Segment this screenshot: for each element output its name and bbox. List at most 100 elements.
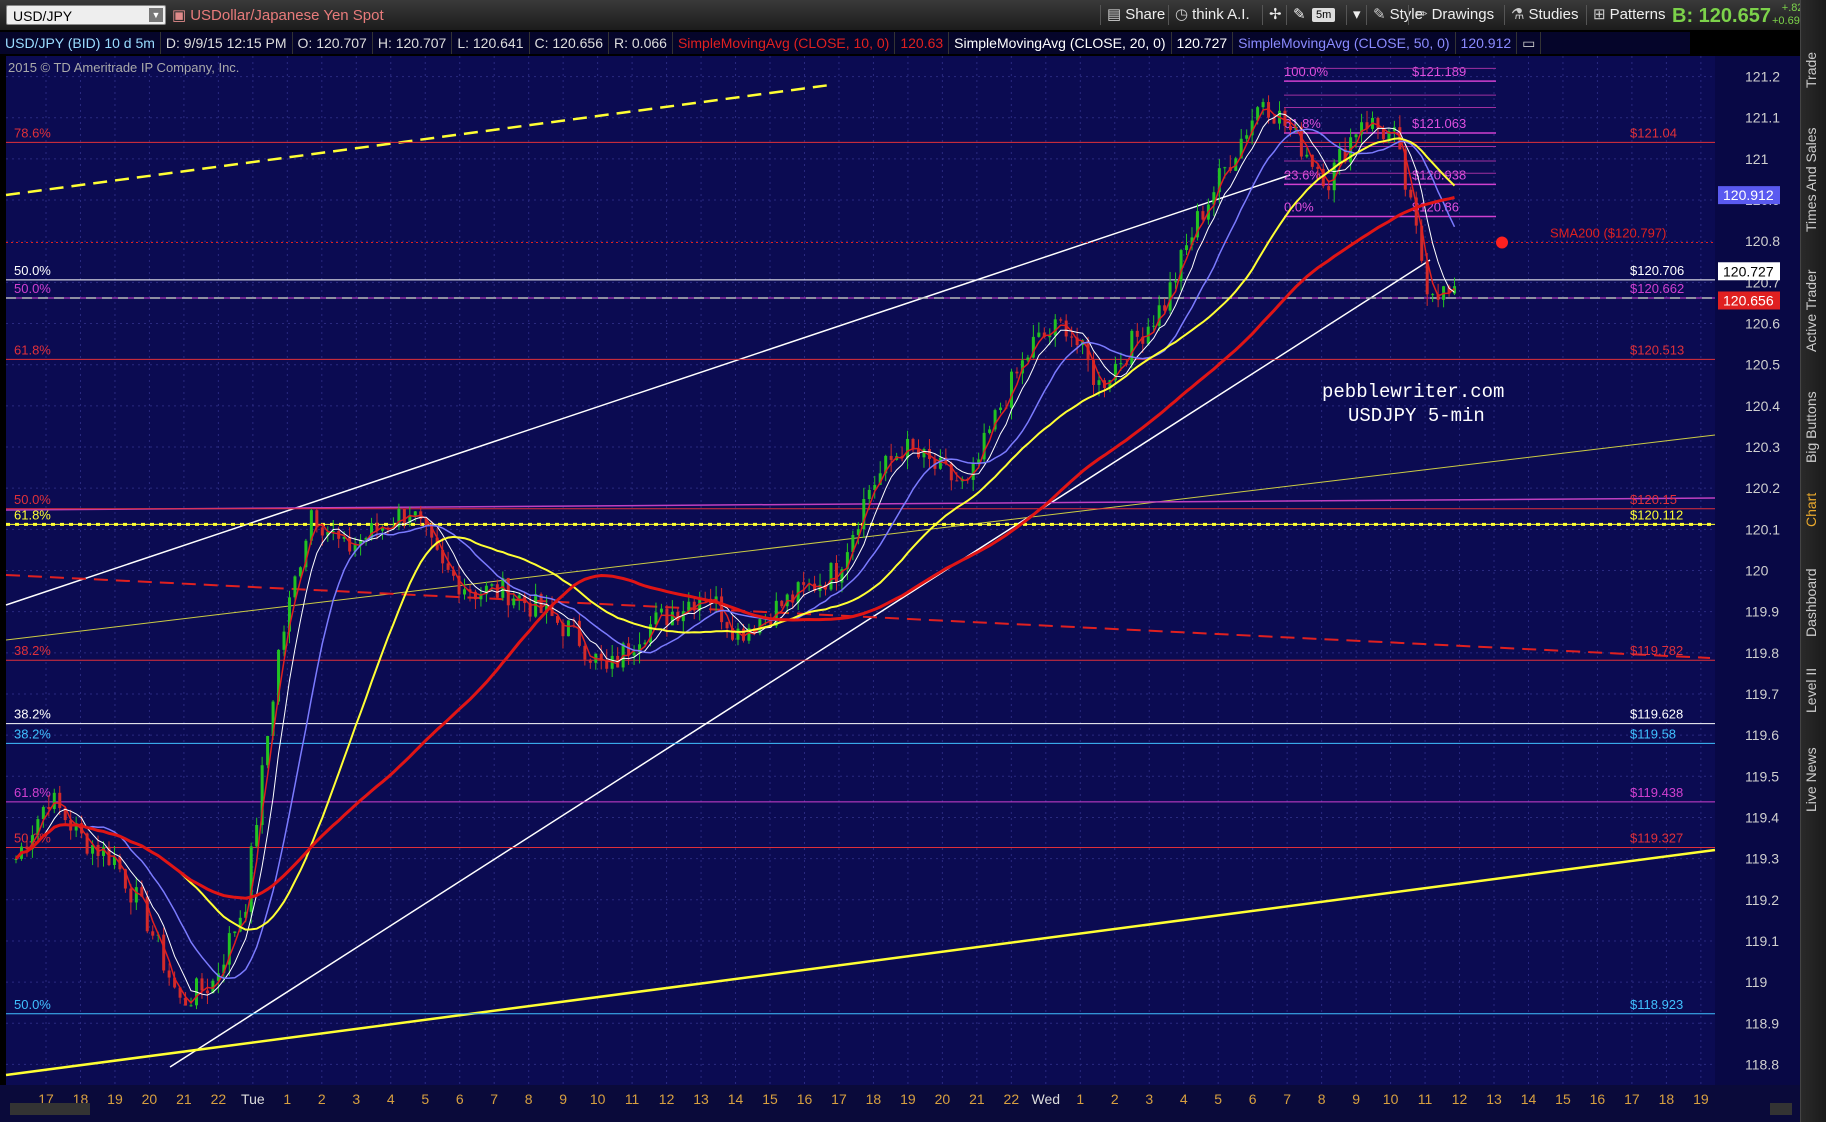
tab-chart[interactable]: Chart <box>1803 485 1825 535</box>
x-tick-label: 1 <box>1076 1091 1084 1107</box>
drawings-button[interactable]: ✏ Drawings <box>1408 5 1500 25</box>
x-tick-label: 13 <box>693 1091 709 1107</box>
fib-level-label: 78.6% <box>14 125 51 140</box>
x-tick-label: Wed <box>1032 1091 1061 1107</box>
tab-big-buttons[interactable]: Big Buttons <box>1803 380 1825 475</box>
candle-body <box>632 652 636 656</box>
candle-body <box>583 645 587 660</box>
think-ai-button[interactable]: ◷ think A.I. <box>1168 5 1256 25</box>
fib-price-label: $119.58 <box>1630 726 1676 741</box>
candle-body <box>293 576 297 598</box>
y-tick-label: 120 <box>1745 563 1769 579</box>
fib-level-label: 50.0% <box>14 492 51 507</box>
candle-body <box>52 792 56 810</box>
study-header: USD/JPY (BID) 10 d 5m D: 9/9/15 12:15 PM O… <box>0 32 1690 54</box>
drawings-label: Drawings <box>1431 6 1495 23</box>
x-tick-label: 17 <box>1624 1091 1640 1107</box>
scroll-right-controls <box>1770 1103 1792 1115</box>
x-tick-label: 3 <box>352 1091 360 1107</box>
chart-area[interactable]: 121.2121.1121120.9120.8120.7120.6120.512… <box>0 30 1800 1122</box>
fib-price-label: $120.706 <box>1630 263 1684 278</box>
small-fib-label: 23.6% <box>1284 167 1321 182</box>
sma50-label[interactable]: SimpleMovingAvg (CLOSE, 50, 0) <box>1233 32 1456 54</box>
candle-body <box>233 931 237 934</box>
fib-price-label: $120.112 <box>1630 507 1683 522</box>
tools-button[interactable]: ✎ <box>1286 5 1312 25</box>
x-tick-label: 1 <box>283 1091 291 1107</box>
y-tick-label: 119.2 <box>1745 892 1779 908</box>
x-tick-label: 3 <box>1145 1091 1153 1107</box>
small-fib-price: $121.189 <box>1412 64 1466 79</box>
candle-body <box>1053 319 1057 336</box>
x-tick-label: 15 <box>762 1091 778 1107</box>
x-tick-label: 9 <box>559 1091 567 1107</box>
fib-price-label: $120.513 <box>1630 342 1684 357</box>
candle-body <box>189 1005 193 1007</box>
chevron-down-icon[interactable]: ▼ <box>149 8 163 22</box>
tab-level-ii[interactable]: Level II <box>1803 660 1825 720</box>
fib-level-label: 61.8% <box>14 342 51 357</box>
sma10-label[interactable]: SimpleMovingAvg (CLOSE, 10, 0) <box>673 32 896 54</box>
studies-button[interactable]: ⚗ Studies <box>1504 5 1585 25</box>
think-ai-label: think A.I. <box>1192 6 1250 23</box>
x-tick-label: 20 <box>935 1091 951 1107</box>
candle-body <box>282 631 286 650</box>
flask-icon: ⚗ <box>1511 6 1525 23</box>
candle-body <box>999 407 1003 411</box>
tab-active-trader[interactable]: Active Trader <box>1803 258 1825 363</box>
share-button[interactable]: ▤ Share <box>1100 5 1171 25</box>
candle-body <box>1338 148 1342 163</box>
wrench-icon: ✎ <box>1293 6 1306 23</box>
x-tick-label: 7 <box>490 1091 498 1107</box>
y-tick-label: 119.7 <box>1745 686 1779 702</box>
candle-body <box>906 438 910 458</box>
watermark-site: pebblewriter.com <box>1322 381 1505 403</box>
sma200-note: SMA200 ($120.797) <box>1550 225 1666 240</box>
sma20-label[interactable]: SimpleMovingAvg (CLOSE, 20, 0) <box>949 32 1172 54</box>
dropdown-button[interactable]: ▾ <box>1346 5 1367 25</box>
interval-button[interactable]: 5m <box>1312 8 1336 22</box>
header-open: O: 120.707 <box>293 32 373 54</box>
fib-level-label: 50.0% <box>14 997 51 1012</box>
candle-body <box>588 659 592 663</box>
x-tick-label: 21 <box>176 1091 192 1107</box>
fib-price-label: $121.04 <box>1630 125 1677 140</box>
candle-body <box>446 563 450 570</box>
candle-body <box>605 660 609 669</box>
candle-body <box>1305 154 1309 157</box>
x-tick-label: 22 <box>1004 1091 1020 1107</box>
candle-body <box>566 620 570 637</box>
symbol-selector[interactable]: USD/JPY ▼ <box>6 5 166 25</box>
scroll-left-controls <box>10 1103 90 1115</box>
tab-times-and-sales[interactable]: Times And Sales <box>1803 115 1825 245</box>
tab-trade[interactable]: Trade <box>1803 40 1825 100</box>
x-tick-label: 4 <box>1180 1091 1188 1107</box>
x-tick-label: 8 <box>525 1091 533 1107</box>
y-tick-label: 121.1 <box>1745 110 1780 126</box>
x-tick-label: 17 <box>831 1091 847 1107</box>
x-tick-label: 10 <box>1383 1091 1399 1107</box>
crosshair-button[interactable]: ✢ <box>1262 5 1288 25</box>
candle-body <box>205 990 209 994</box>
crosshair-icon: ✢ <box>1269 6 1282 23</box>
candle-body <box>1223 167 1227 169</box>
patterns-button[interactable]: ⊞ Patterns <box>1586 5 1671 25</box>
candle-body <box>1015 371 1019 374</box>
tab-dashboard[interactable]: Dashboard <box>1803 555 1825 650</box>
fib-level-label: 61.8% <box>14 507 51 522</box>
x-tick-label: 12 <box>1452 1091 1468 1107</box>
candle-body <box>780 600 784 607</box>
price-chart[interactable]: 121.2121.1121120.9120.8120.7120.6120.512… <box>0 30 1800 1122</box>
candle-body <box>134 887 138 903</box>
candle-body <box>1119 363 1123 365</box>
header-menu-icon[interactable]: ▭ <box>1517 32 1542 54</box>
fib-level-label: 61.8% <box>14 785 51 800</box>
x-tick-label: 14 <box>1521 1091 1537 1107</box>
small-fib-label: 100.0% <box>1284 64 1329 79</box>
candle-body <box>512 598 516 606</box>
tab-live-news[interactable]: Live News <box>1803 735 1825 825</box>
fib-price-label: $119.438 <box>1630 785 1683 800</box>
watermark-label: USDJPY 5-min <box>1348 405 1485 427</box>
candle-body <box>802 582 806 585</box>
sma10-value: 120.63 <box>895 32 950 54</box>
